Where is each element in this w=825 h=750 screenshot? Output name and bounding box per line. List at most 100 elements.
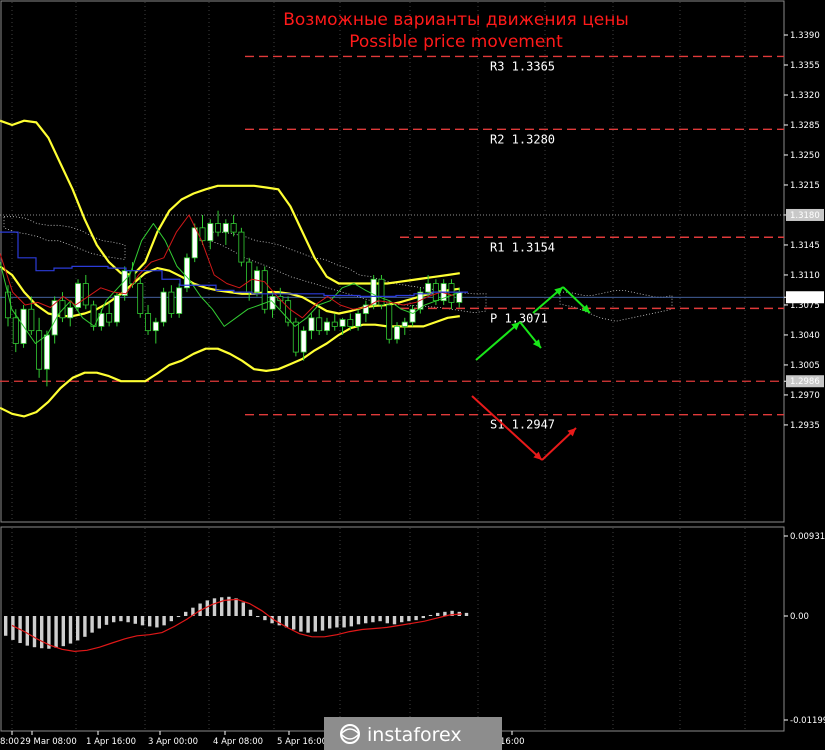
osc-histogram-bar-60 <box>436 612 440 616</box>
osc-histogram-bar-55 <box>400 616 404 623</box>
candle-body-54 <box>425 283 432 293</box>
osc-histogram-bar-28 <box>205 600 209 616</box>
time-tick-label-4: 4 Apr 08:00 <box>213 737 263 747</box>
osc-histogram-bar-4 <box>32 616 37 648</box>
osc-histogram-bar-40 <box>292 616 296 630</box>
osc-histogram-bar-54 <box>392 616 397 625</box>
osc-histogram-bar-18 <box>133 616 137 624</box>
bb-upper <box>0 119 460 285</box>
price-tick-label-12: 1.3005 <box>790 361 820 371</box>
time-tick-label-3: 3 Apr 00:00 <box>148 737 198 747</box>
candle-body-30 <box>238 231 245 263</box>
osc-histogram-bar-25 <box>184 611 188 616</box>
osc-histogram-bar-20 <box>148 616 152 627</box>
candle-body-28 <box>222 223 229 233</box>
osc-histogram-bar-29 <box>212 598 217 616</box>
time-tick-label-1: 29 Mar 08:00 <box>20 737 77 747</box>
osc-histogram-bar-47 <box>342 616 346 628</box>
osc-histogram-bar-45 <box>328 616 332 629</box>
osc-histogram-bar-21 <box>155 616 159 628</box>
price-tick-label-4: 1.3250 <box>790 151 820 161</box>
osc-tick-label-0: 0.00931 <box>790 532 825 542</box>
osc-histogram-bar-32 <box>234 598 238 616</box>
price-tick-label-6: 1.3180 <box>790 211 820 221</box>
price-tick-label-3: 1.3285 <box>790 121 820 131</box>
osc-histogram-bar-42 <box>306 616 310 633</box>
level-label-r1: R1 1.3154 <box>490 240 555 254</box>
candle-body-47 <box>370 278 377 306</box>
candle-body-13 <box>106 313 113 323</box>
candle-body-21 <box>168 291 175 314</box>
osc-histogram-bar-30 <box>220 597 224 616</box>
candle-body-27 <box>215 223 222 233</box>
osc-histogram-bar-51 <box>371 616 375 623</box>
price-tick-label-5: 1.3215 <box>790 181 820 191</box>
osc-histogram-bar-64 <box>464 612 469 616</box>
candle-body-8 <box>67 307 74 319</box>
osc-histogram-bar-46 <box>335 616 339 628</box>
candle-body-52 <box>409 308 416 323</box>
osc-histogram-bar-33 <box>241 602 245 616</box>
osc-histogram-bar-0 <box>4 616 8 636</box>
candle-body-26 <box>207 223 214 242</box>
candle-body-31 <box>246 261 253 293</box>
candle-body-3 <box>28 308 35 332</box>
osc-histogram-bar-14 <box>104 616 109 625</box>
osc-histogram-bar-57 <box>414 616 418 621</box>
candle-body-43 <box>339 319 346 327</box>
candle-body-19 <box>152 321 159 332</box>
candle-body-20 <box>160 291 167 323</box>
osc-histogram-bar-34 <box>248 609 253 616</box>
candle-body-49 <box>386 304 393 340</box>
candle-body-29 <box>230 223 237 233</box>
osc-histogram-bar-56 <box>407 616 411 622</box>
osc-histogram-bar-58 <box>421 616 425 619</box>
osc-histogram-bar-5 <box>40 616 44 649</box>
ichimoku-cloud-left <box>3 216 126 260</box>
candle-body-42 <box>331 321 338 327</box>
time-tick-label-2: 1 Apr 16:00 <box>86 737 136 747</box>
candle-body-57 <box>448 283 455 303</box>
osc-histogram-bar-13 <box>97 616 101 629</box>
candle-body-23 <box>183 257 190 289</box>
level-label-s1: S1 1.2947 <box>490 418 555 432</box>
osc-histogram-bar-3 <box>25 616 29 646</box>
level-label-r3: R3 1.3365 <box>490 59 555 73</box>
time-tick-label-5: 5 Apr 16:00 <box>277 737 327 747</box>
instaforex-logo: instaforex <box>324 717 502 750</box>
price-tick-label-11: 1.3040 <box>790 331 820 341</box>
candle-body-4 <box>36 330 43 370</box>
osc-histogram-bar-52 <box>378 616 382 622</box>
oscillator: 0.00931 0.00 -0.01199 <box>4 532 825 726</box>
time-tick-label-6: 16:00 <box>500 737 525 747</box>
osc-tick-label-2: -0.01199 <box>790 716 825 726</box>
candle-body-18 <box>145 313 152 332</box>
price-tick-label-7: 1.3145 <box>790 241 820 251</box>
osc-histogram-bar-22 <box>162 616 166 626</box>
candlesticks <box>5 210 463 387</box>
arrow-up-1 <box>475 321 521 361</box>
osc-histogram-bar-36 <box>263 616 267 621</box>
candle-body-34 <box>269 295 276 310</box>
pivot-levels: R3 1.3365R2 1.3280R1 1.3154P 1.3071S1 1.… <box>0 55 784 432</box>
candle-body-51 <box>401 321 408 327</box>
candle-body-10 <box>82 283 89 306</box>
osc-histogram-bar-7 <box>54 616 58 648</box>
osc-histogram-bar-8 <box>61 616 65 647</box>
chart-window: R3 1.3365 R2 1.3280 R1 1.3154 P 1.3071 S1 1.… <box>0 0 825 750</box>
price-pane-frame <box>0 0 785 523</box>
osc-histogram-bar-49 <box>356 616 361 625</box>
level-label-r2: R2 1.3280 <box>490 132 555 146</box>
price-tick-label-14: 1.2970 <box>790 391 820 401</box>
osc-histogram-bar-17 <box>126 616 130 623</box>
candle-body-22 <box>176 287 183 314</box>
osc-histogram-bar-1 <box>11 616 15 640</box>
price-tick-label-1: 1.3355 <box>790 61 820 71</box>
watermark-text: instaforex <box>367 724 462 746</box>
price-chart[interactable]: R3 1.3365R2 1.3280R1 1.3154P 1.3071S1 1.… <box>0 0 825 750</box>
osc-histogram-bar-19 <box>140 616 145 626</box>
candle-body-41 <box>323 321 330 332</box>
osc-histogram-bar-24 <box>176 616 181 618</box>
price-tick-label-10: 1.3075 <box>790 301 820 311</box>
price-tick-label-8: 1.3110 <box>790 271 820 281</box>
